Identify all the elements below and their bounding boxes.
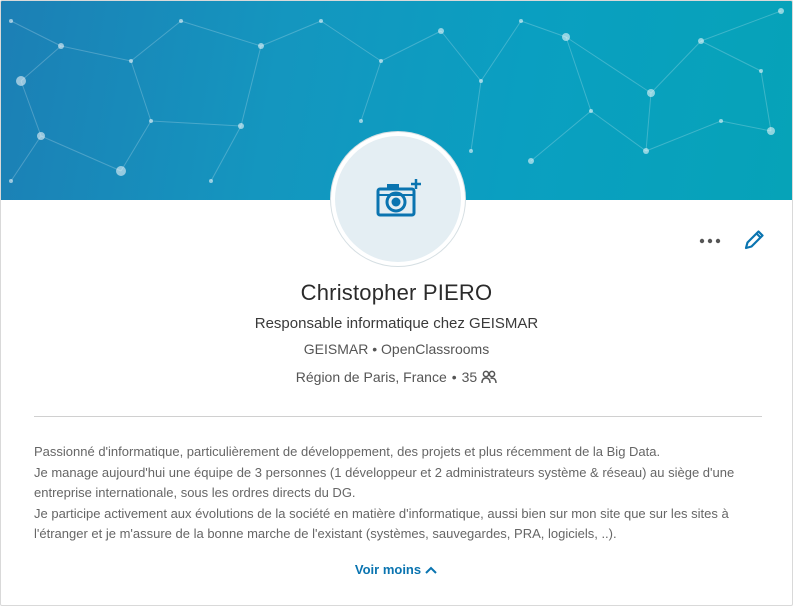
chevron-up-icon xyxy=(425,566,437,574)
divider xyxy=(34,416,762,417)
current-company-link[interactable]: GEISMAR xyxy=(304,341,369,357)
connections-link[interactable]: 35 xyxy=(462,369,498,385)
profile-companies: GEISMAR • OpenClassrooms xyxy=(1,341,792,357)
show-less-button[interactable]: Voir moins xyxy=(1,562,792,577)
profile-summary: Passionné d'informatique, particulièreme… xyxy=(34,442,764,545)
pencil-icon xyxy=(744,230,764,250)
summary-line: Je participe activement aux évolutions d… xyxy=(34,505,729,542)
profile-card: Christopher PIERO Responsable informatiq… xyxy=(0,0,793,606)
edit-profile-button[interactable] xyxy=(741,227,767,253)
profile-name: Christopher PIERO xyxy=(300,280,493,305)
avatar-upload-button[interactable] xyxy=(335,136,461,262)
location: Région de Paris, France xyxy=(295,369,447,385)
profile-headline: Responsable informatique chez GEISMAR xyxy=(254,315,539,332)
summary-line: Je manage aujourd'hui une équipe de 3 pe… xyxy=(34,464,735,501)
education-link[interactable]: OpenClassrooms xyxy=(381,341,489,357)
more-actions-button[interactable] xyxy=(695,229,725,253)
separator: • xyxy=(372,341,378,357)
people-icon xyxy=(481,370,497,384)
connections-count: 35 xyxy=(461,369,478,385)
camera-plus-icon xyxy=(376,179,421,217)
profile-location-line: Région de Paris, France • 35 xyxy=(1,369,792,385)
show-less-label: Voir moins xyxy=(354,562,422,577)
separator: • xyxy=(451,369,457,385)
more-dots-icon xyxy=(699,238,721,244)
summary-line: Passionné d'informatique, particulièreme… xyxy=(34,444,661,459)
